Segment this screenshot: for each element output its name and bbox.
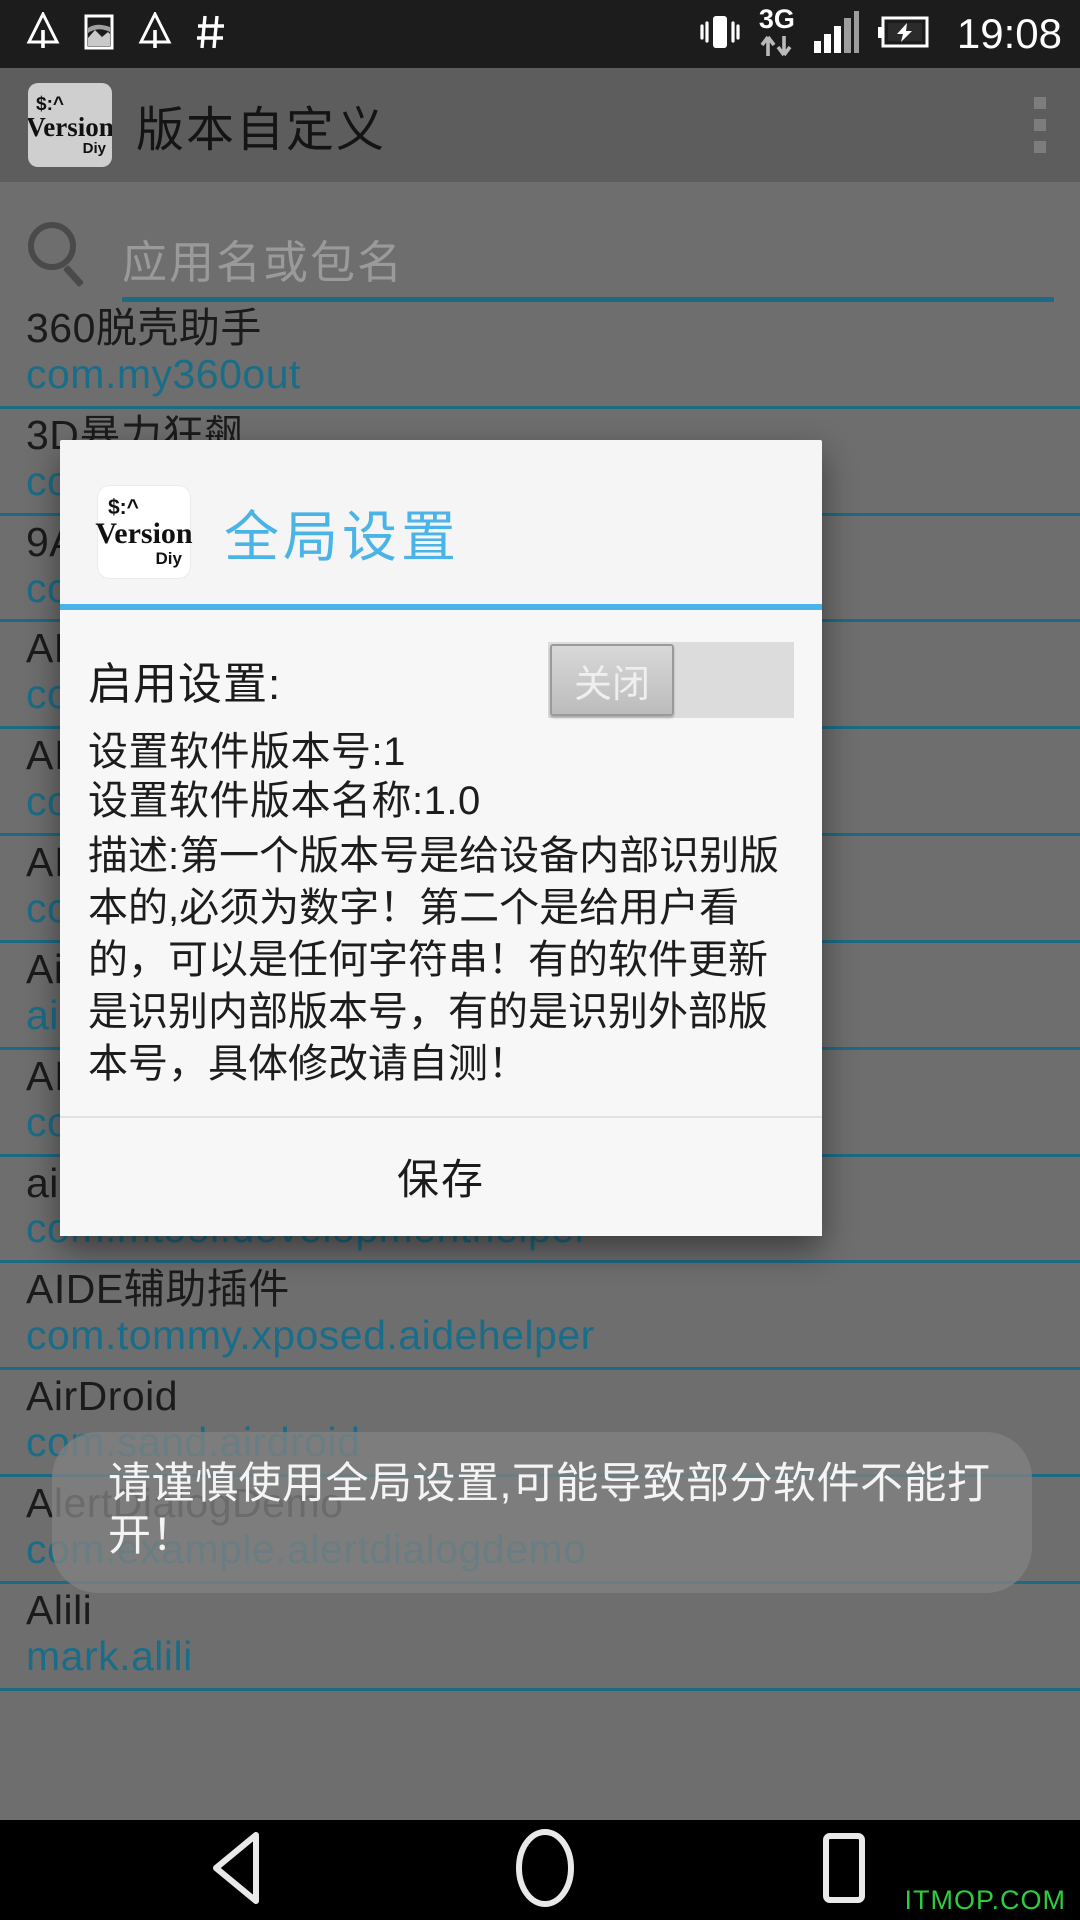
app-icon-top-text: $:^ <box>36 93 64 115</box>
data-arrows-icon <box>757 34 797 62</box>
app-package: com.my360out <box>26 350 301 397</box>
app-icon-mid-text: Version <box>28 111 112 142</box>
status-bar: 3G 19:08 <box>0 0 1080 68</box>
photo-icon <box>82 12 116 56</box>
list-item[interactable]: AIDE辅助插件 com.tommy.xposed.aidehelper <box>0 1263 1080 1371</box>
dialog-description: 描述:第一个版本号是给设备内部识别版本的,必须为数字！第二个是给用户看的，可以是… <box>88 833 780 1086</box>
toast-text: 请谨慎使用全局设置,可能导致部分软件不能打开！ <box>108 1460 991 1561</box>
recents-button[interactable] <box>812 1828 876 1913</box>
dialog-body: 启用设置: 关闭 设置软件版本号:1 设置软件版本名称:1.0 描述:第一个版本… <box>60 610 822 1116</box>
search-placeholder: 应用名或包名 <box>122 237 405 288</box>
version-name-row[interactable]: 设置软件版本名称:1.0 <box>88 777 794 826</box>
home-button[interactable] <box>508 1826 582 1915</box>
hash-icon <box>194 12 228 56</box>
search-icon <box>26 220 96 290</box>
page-title: 版本自定义 <box>136 104 387 157</box>
enable-settings-row: 启用设置: 关闭 <box>88 632 794 728</box>
dialog-icon-mid-text: Version <box>95 517 193 551</box>
app-name: 360脱壳助手 <box>26 305 262 351</box>
app-name: AirDroid <box>26 1373 179 1420</box>
status-bar-left-icons <box>26 10 228 56</box>
triangle-alert-icon <box>26 10 60 56</box>
dialog-title: 全局设置 <box>224 506 461 568</box>
app-icon-bottom-text: Diy <box>82 139 106 157</box>
search-bar[interactable]: 应用名或包名 <box>0 182 1080 302</box>
global-settings-dialog[interactable]: $:^ Version Diy 全局设置 启用设置: 关闭 设置软件版本号:1 … <box>60 440 822 1236</box>
signal-bars-icon <box>811 9 861 59</box>
overflow-menu-button[interactable] <box>1034 97 1058 153</box>
overflow-dot-icon <box>1034 97 1046 109</box>
dialog-header: $:^ Version Diy 全局设置 <box>60 440 822 604</box>
app-name: Alili <box>26 1586 93 1633</box>
triangle-alert-icon <box>138 10 172 56</box>
app-icon: $:^ Version Diy <box>28 83 112 167</box>
enable-settings-label: 启用设置: <box>88 660 282 709</box>
dialog-app-icon: $:^ Version Diy <box>95 486 193 578</box>
dialog-footer: 保存 <box>60 1115 822 1236</box>
watermark: ITMOP.COM <box>904 1885 1066 1915</box>
overflow-dot-icon <box>1034 141 1046 153</box>
app-name: AIDE辅助插件 <box>26 1266 290 1313</box>
action-bar: $:^ Version Diy 版本自定义 <box>0 68 1080 182</box>
battery-charging-icon <box>875 12 935 56</box>
enable-settings-toggle[interactable]: 关闭 <box>548 642 794 718</box>
dialog-icon-bottom-text: Diy <box>155 548 182 568</box>
overflow-dot-icon <box>1034 119 1046 131</box>
phone-screen: 3G 19:08 $:^ Version Diy 版本自定义 应用名或包名 36… <box>0 0 1080 1920</box>
list-item[interactable]: 360脱壳助手 com.my360out <box>0 302 1080 409</box>
vibrate-icon <box>697 9 743 59</box>
clock: 19:08 <box>956 10 1062 57</box>
app-package: com.tommy.xposed.aidehelper <box>26 1312 595 1359</box>
version-code-row[interactable]: 设置软件版本号:1 <box>88 728 794 777</box>
save-button[interactable]: 保存 <box>397 1146 485 1207</box>
dialog-icon-top-text: $:^ <box>108 496 139 520</box>
status-bar-right-icons: 3G 19:08 <box>697 6 1062 62</box>
back-button[interactable] <box>204 1829 278 1912</box>
toggle-state-label[interactable]: 关闭 <box>550 644 674 716</box>
toast-message: 请谨慎使用全局设置,可能导致部分软件不能打开！ <box>52 1432 1032 1593</box>
search-input[interactable]: 应用名或包名 <box>122 226 1054 302</box>
3g-data-icon: 3G <box>757 6 797 62</box>
list-item[interactable]: Alili mark.alili <box>0 1584 1080 1691</box>
app-package: mark.alili <box>26 1632 193 1679</box>
network-type-label: 3G <box>758 4 795 34</box>
